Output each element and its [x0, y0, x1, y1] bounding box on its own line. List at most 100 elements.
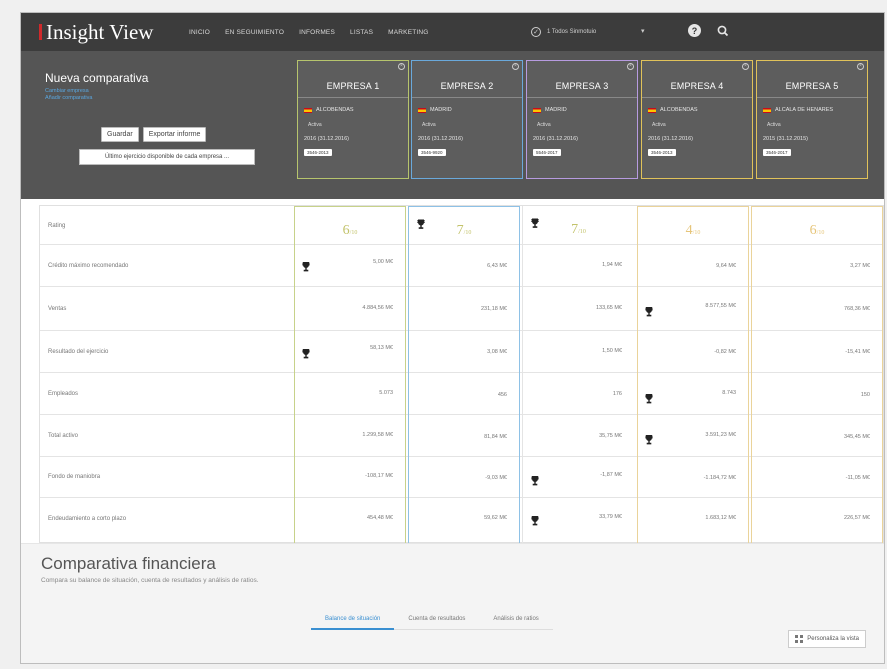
cell-value: 8.743	[722, 390, 736, 396]
user-label: 1 Todos Sinmotuio	[547, 29, 597, 35]
row-label-total-activo: Total activo	[48, 433, 79, 439]
add-comparison-link[interactable]: Añadir comparativa	[45, 95, 295, 101]
company-name: EMPRESA 1	[326, 81, 380, 91]
user-menu[interactable]: ✓ 1 Todos Sinmotuio	[531, 13, 596, 51]
company-column-4: 4/10 9,64 M€ 8.577,55 M€ -0,82 M€ 8.743 …	[637, 206, 749, 544]
company-name: EMPRESA 4	[670, 81, 724, 91]
trophy-icon	[645, 394, 653, 404]
company-code: 3546-2013	[648, 149, 676, 156]
app-logo[interactable]: Insight View	[39, 20, 173, 45]
cell-value: 3,27 M€	[850, 263, 870, 269]
close-icon[interactable]: ×	[398, 63, 405, 70]
close-icon[interactable]: ×	[742, 63, 749, 70]
cell-value: 1,50 M€	[602, 348, 622, 354]
rating-value: 7/10	[571, 222, 586, 237]
search-icon[interactable]	[716, 24, 730, 38]
company-name: EMPRESA 3	[555, 81, 609, 91]
company-status: Activa	[537, 122, 551, 128]
help-icon[interactable]: ?	[688, 24, 701, 37]
company-card-1[interactable]: × EMPRESA 1 ALCOBENDAS Activa 2016 (31.1…	[297, 60, 409, 179]
cell-value: -11,05 M€	[845, 475, 870, 481]
section-subtitle: Compara su balance de situación, cuenta …	[41, 577, 259, 584]
close-icon[interactable]: ×	[512, 63, 519, 70]
nav-item-marketing[interactable]: MARKETING	[388, 29, 428, 36]
cell-value: 1.299,58 M€	[362, 432, 393, 438]
spain-flag-icon	[304, 107, 312, 113]
close-icon[interactable]: ×	[857, 63, 864, 70]
trophy-icon	[645, 435, 653, 445]
rating-value: 6/10	[342, 223, 358, 238]
company-card-3[interactable]: × EMPRESA 3 MADRID Activa 2016 (31.12.20…	[526, 60, 638, 179]
cell-value: 176	[612, 391, 622, 397]
section-title: Comparativa financiera	[41, 554, 216, 573]
cell-value: 5.073	[379, 390, 393, 396]
spain-flag-icon	[533, 107, 541, 113]
cell-value: 768,36 M€	[844, 306, 870, 312]
chevron-down-icon[interactable]: ▾	[641, 27, 645, 35]
tab-analisis-ratios[interactable]: Análisis de ratios	[479, 612, 553, 630]
trophy-icon	[302, 349, 310, 359]
company-status: Activa	[767, 122, 781, 128]
nav-item-listas[interactable]: LISTAS	[350, 29, 373, 36]
company-card-4[interactable]: × EMPRESA 4 ALCOBENDAS Activa 2016 (31.1…	[641, 60, 753, 179]
save-button[interactable]: Guardar	[101, 127, 139, 142]
row-label-credito: Crédito máximo recomendado	[48, 263, 129, 269]
cell-value: 33,79 M€	[599, 514, 622, 520]
trophy-icon	[531, 516, 539, 526]
close-icon[interactable]: ×	[627, 63, 634, 70]
financial-tabs: Balance de situación Cuenta de resultado…	[311, 612, 553, 630]
cell-value: 59,62 M€	[484, 515, 507, 521]
company-date: 2016 (31.12.2016)	[304, 136, 349, 142]
cell-value: 9,64 M€	[716, 263, 736, 269]
main-nav: INICIO EN SEGUIMIENTO INFORMES LISTAS MA…	[189, 29, 429, 36]
personalize-label: Personaliza la vista	[807, 636, 859, 642]
cell-value: 1,94 M€	[602, 262, 622, 268]
company-date: 2016 (31.12.2016)	[418, 136, 463, 142]
company-card-2[interactable]: × EMPRESA 2 MADRID Activa 2016 (31.12.20…	[411, 60, 523, 179]
company-status: Activa	[652, 122, 666, 128]
cell-value: -15,41 M€	[845, 349, 870, 355]
nav-item-inicio[interactable]: INICIO	[189, 29, 210, 36]
nav-item-en-seguimiento[interactable]: EN SEGUIMIENTO	[225, 29, 284, 36]
trophy-icon	[417, 219, 425, 229]
row-label-resultado: Resultado del ejercicio	[48, 349, 109, 355]
company-location: ALCALA DE HENARES	[763, 107, 833, 113]
company-column-2: 7/10 6,43 M€ 231,18 M€ 3,08 M€ 456 81,84…	[408, 206, 520, 544]
company-card-5[interactable]: × EMPRESA 5 ALCALA DE HENARES Activa 201…	[756, 60, 868, 179]
cell-value: -108,17 M€	[365, 473, 393, 479]
spain-flag-icon	[763, 107, 771, 113]
cell-value: 4.884,56 M€	[362, 305, 393, 311]
cell-value: -9,03 M€	[485, 475, 507, 481]
period-select[interactable]: Último ejercicio disponible de cada empr…	[79, 149, 255, 165]
spain-flag-icon	[418, 107, 426, 113]
cell-value: 81,84 M€	[484, 434, 507, 440]
tab-balance-situacion[interactable]: Balance de situación	[311, 612, 395, 630]
comparison-table: Rating Crédito máximo recomendado Ventas…	[39, 205, 884, 544]
cell-value: 6,43 M€	[487, 263, 507, 269]
financial-comparison-section: Comparativa financiera Compara su balanc…	[21, 543, 884, 663]
company-column-3: 7/10 1,94 M€ 133,65 M€ 1,50 M€ 176 35,75…	[522, 206, 634, 544]
company-location: MADRID	[418, 107, 452, 113]
row-label-empleados: Empleados	[48, 391, 79, 397]
spain-flag-icon	[648, 107, 656, 113]
cell-value: 226,57 M€	[844, 515, 870, 521]
cell-value: 3.591,23 M€	[705, 432, 736, 438]
comparison-header: Nueva comparativa Cambiar empresa Añadir…	[21, 51, 884, 199]
personalize-view-button[interactable]: Personaliza la vista	[788, 630, 866, 648]
cell-value: 133,65 M€	[596, 305, 622, 311]
cell-value: 456	[497, 392, 507, 398]
nav-item-informes[interactable]: INFORMES	[299, 29, 335, 36]
page-title: Nueva comparativa	[45, 71, 149, 85]
trophy-icon	[645, 307, 653, 317]
cell-value: 35,75 M€	[599, 433, 622, 439]
cell-value: 345,45 M€	[844, 434, 870, 440]
export-report-button[interactable]: Exportar informe	[142, 127, 207, 142]
rating-value: 4/10	[685, 223, 701, 238]
cell-value: -1.184,72 M€	[703, 475, 736, 481]
row-label-endeudamiento: Endeudamiento a corto plazo	[48, 516, 127, 522]
company-column-5: 6/10 3,27 M€ 768,36 M€ -15,41 M€ 150 345…	[751, 206, 883, 544]
change-company-link[interactable]: Cambiar empresa	[45, 88, 295, 94]
cell-value: 5,00 M€	[373, 259, 393, 265]
tab-cuenta-resultados[interactable]: Cuenta de resultados	[394, 612, 480, 630]
company-date: 2015 (31.12.2015)	[763, 136, 808, 142]
